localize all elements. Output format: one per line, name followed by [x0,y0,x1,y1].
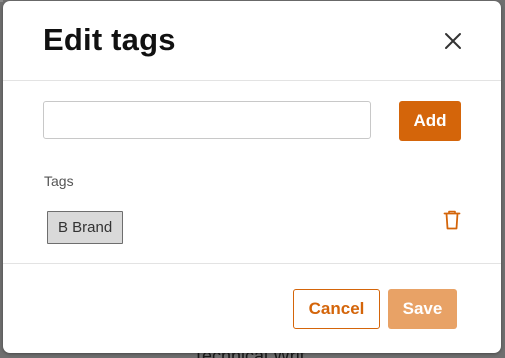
save-button[interactable]: Save [388,289,457,329]
trash-icon [443,210,461,230]
add-tag-button[interactable]: Add [399,101,461,141]
delete-tag-button[interactable] [443,210,461,230]
dialog-header: Edit tags [3,1,501,81]
cancel-button[interactable]: Cancel [293,289,380,329]
tag-chip: B Brand [47,211,124,244]
dialog-footer: Cancel Save [3,263,501,353]
tag-input[interactable] [43,101,371,139]
tags-label: Tags [44,173,74,189]
close-button[interactable] [441,29,465,53]
close-icon [445,33,461,49]
dialog-title: Edit tags [43,22,176,57]
edit-tags-dialog: Edit tags Add Tags B Brand Cancel Save [3,1,501,353]
